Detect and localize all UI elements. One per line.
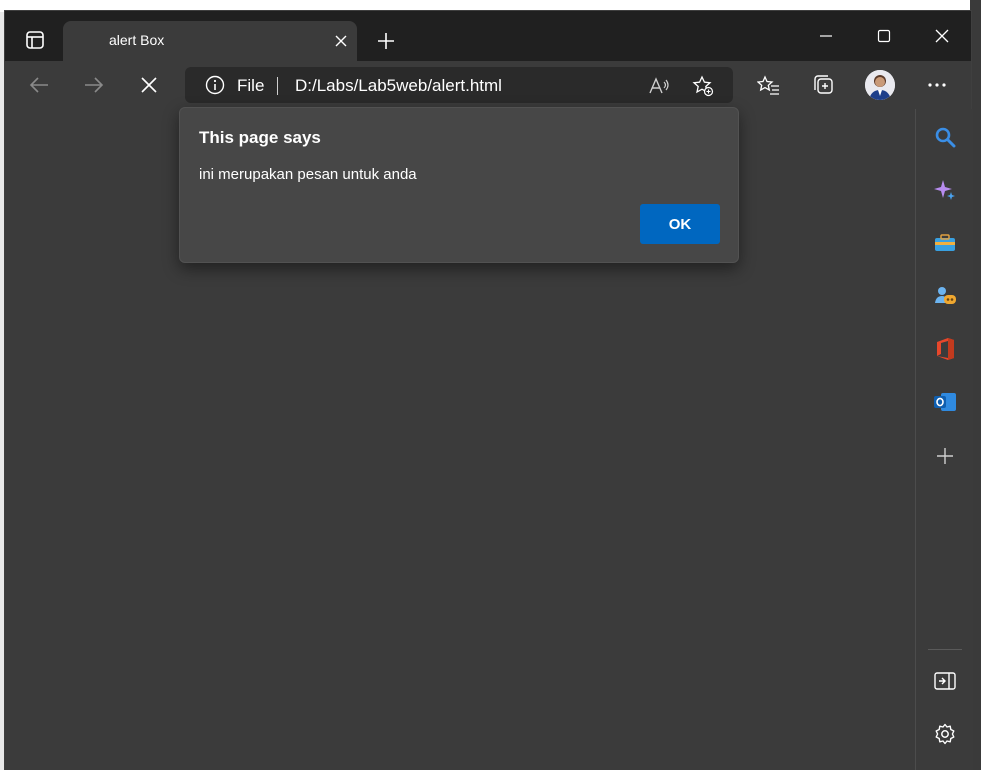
tab-title: alert Box: [109, 32, 165, 48]
collections-button[interactable]: [807, 69, 839, 101]
search-icon[interactable]: [931, 123, 959, 151]
back-button[interactable]: [23, 69, 55, 101]
new-tab-button[interactable]: [371, 26, 401, 56]
browser-window: alert Box File D:/Labs/Lab5web/alert.htm…: [4, 10, 973, 770]
close-icon: [140, 76, 158, 94]
tab-actions-icon: [25, 30, 45, 50]
site-scheme-label[interactable]: File: [237, 76, 264, 96]
close-window-button[interactable]: [913, 11, 971, 61]
favorites-button[interactable]: [753, 69, 785, 101]
games-icon[interactable]: [931, 282, 959, 310]
address-separator: [277, 77, 278, 95]
dialog-title: This page says: [199, 128, 321, 147]
settings-icon[interactable]: [931, 720, 959, 748]
tab-close-icon[interactable]: [331, 31, 351, 51]
forward-button[interactable]: [78, 69, 110, 101]
info-icon[interactable]: [205, 75, 225, 95]
tab-bar: alert Box: [5, 11, 971, 61]
minimize-icon: [819, 29, 833, 43]
read-aloud-icon[interactable]: [647, 74, 671, 98]
back-arrow-icon: [28, 74, 50, 96]
add-icon[interactable]: [931, 442, 959, 470]
maximize-icon: [877, 29, 891, 43]
collections-icon: [811, 73, 835, 97]
sidebar-divider: [928, 649, 962, 650]
more-options-icon: [927, 82, 947, 88]
forward-arrow-icon: [83, 74, 105, 96]
outlook-icon[interactable]: [931, 388, 959, 416]
split-screen-icon[interactable]: [931, 667, 959, 695]
ok-button[interactable]: OK: [640, 204, 720, 244]
alert-dialog: This page says ini merupakan pesan untuk…: [179, 107, 739, 263]
office-icon[interactable]: [931, 335, 959, 363]
maximize-button[interactable]: [855, 11, 913, 61]
settings-more-button[interactable]: [921, 69, 953, 101]
copilot-icon[interactable]: [931, 176, 959, 204]
favorites-list-icon: [757, 74, 781, 96]
profile-avatar[interactable]: [865, 70, 895, 100]
minimize-button[interactable]: [797, 11, 855, 61]
edge-sidebar: [915, 109, 973, 770]
window-controls: [797, 11, 971, 61]
url-text[interactable]: D:/Labs/Lab5web/alert.html: [295, 76, 502, 96]
dialog-message: ini merupakan pesan untuk anda: [199, 166, 417, 183]
tools-icon[interactable]: [931, 229, 959, 257]
add-favorite-icon[interactable]: [691, 74, 715, 98]
navigation-toolbar: File D:/Labs/Lab5web/alert.html: [5, 61, 971, 109]
stop-loading-button[interactable]: [133, 69, 165, 101]
address-bar[interactable]: File D:/Labs/Lab5web/alert.html: [185, 67, 733, 103]
close-icon: [934, 28, 950, 44]
tab-alert-box[interactable]: alert Box: [63, 21, 357, 61]
tab-actions-button[interactable]: [15, 25, 55, 55]
